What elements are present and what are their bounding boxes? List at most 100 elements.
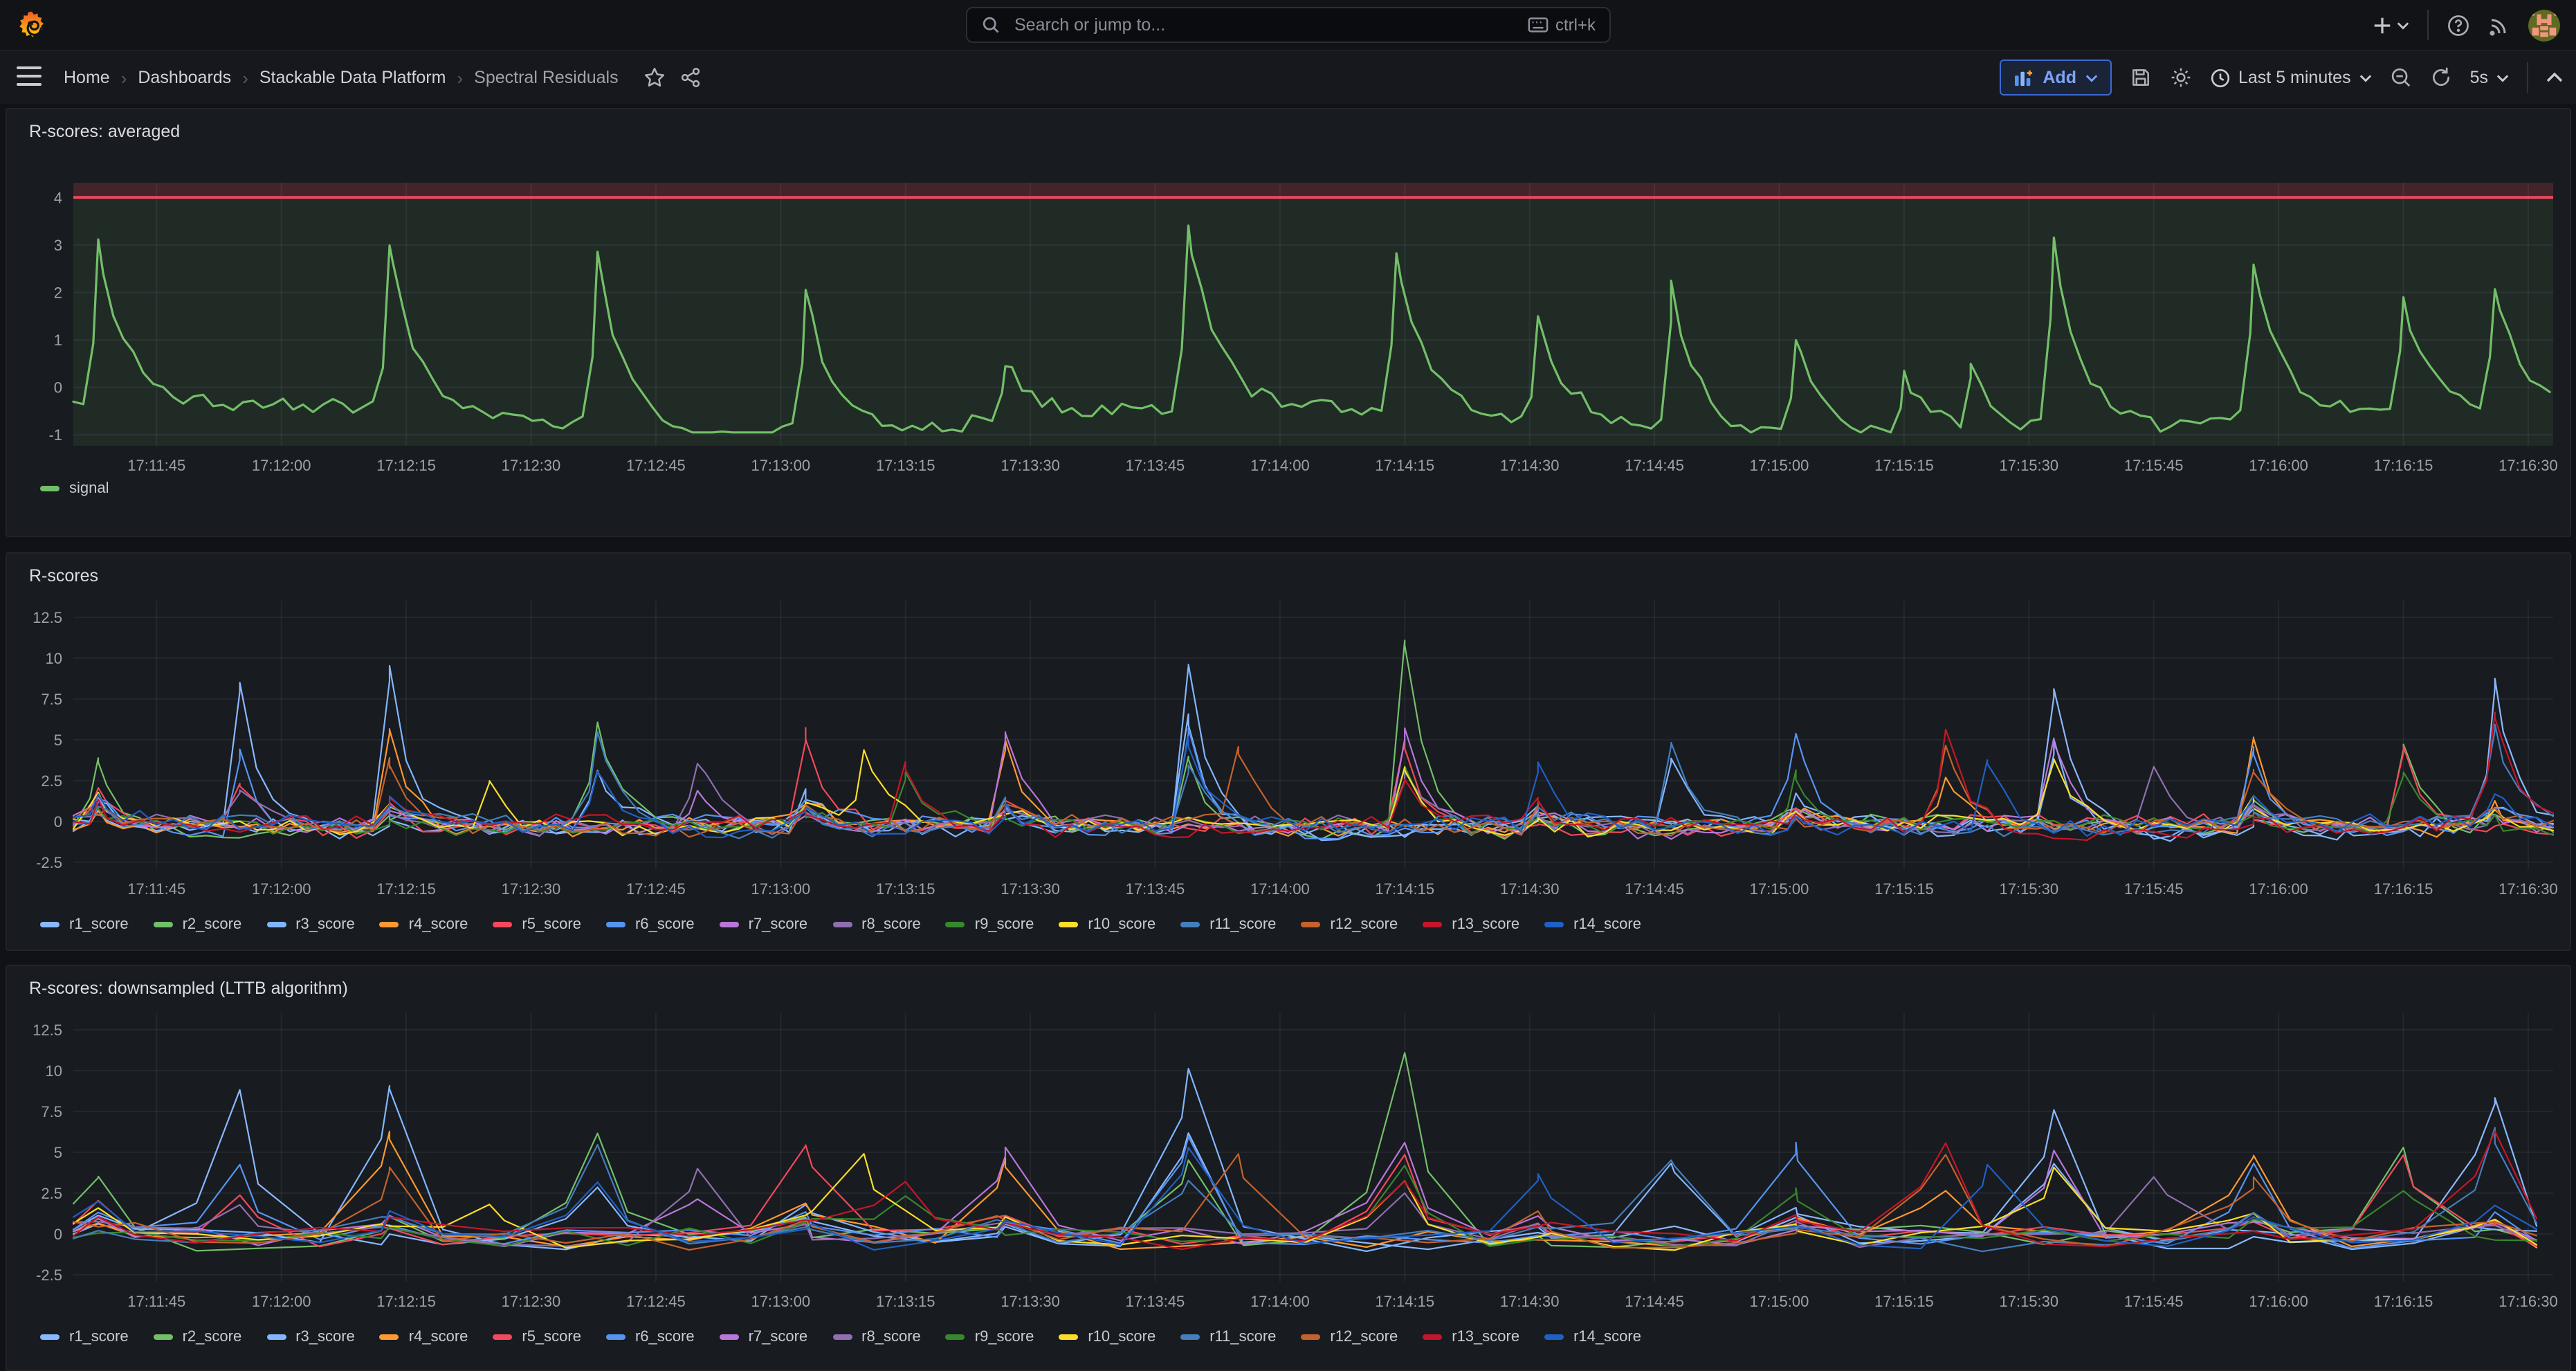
legend-item-r12_score[interactable]: r12_score [1301, 916, 1398, 933]
panel-title[interactable]: R-scores: averaged [7, 109, 2570, 141]
refresh-icon [2430, 66, 2452, 89]
svg-text:17:13:00: 17:13:00 [751, 1293, 810, 1310]
legend-item-r1_score[interactable]: r1_score [40, 916, 129, 933]
svg-text:17:12:15: 17:12:15 [376, 1293, 436, 1310]
legend-item-r6_score[interactable]: r6_score [606, 1329, 695, 1345]
legend-label: r11_score [1209, 1329, 1276, 1345]
svg-text:17:13:15: 17:13:15 [876, 1293, 935, 1310]
legend-label: r5_score [522, 1329, 581, 1345]
user-avatar[interactable] [2528, 9, 2560, 41]
avatar-image [2528, 9, 2560, 41]
legend-item-r9_score[interactable]: r9_score [946, 1329, 1034, 1345]
svg-text:17:16:00: 17:16:00 [2249, 880, 2308, 898]
dashboard-settings-button[interactable] [2169, 66, 2191, 89]
legend-swatch [493, 922, 512, 927]
help-button[interactable] [2447, 13, 2470, 37]
breadcrumb-folder[interactable]: Stackable Data Platform [259, 68, 446, 87]
svg-text:17:12:15: 17:12:15 [376, 880, 436, 898]
legend-label: r5_score [522, 916, 581, 933]
panel-rscores-downsampled: R-scores: downsampled (LTTB algorithm) 1… [6, 965, 2571, 1371]
legend-item-r1_score[interactable]: r1_score [40, 1329, 129, 1345]
svg-text:17:15:15: 17:15:15 [1874, 457, 1934, 474]
legend-label: r14_score [1573, 1329, 1641, 1345]
svg-text:17:12:00: 17:12:00 [252, 1293, 311, 1310]
legend-item-r13_score[interactable]: r13_score [1423, 916, 1519, 933]
svg-text:17:11:45: 17:11:45 [127, 880, 185, 898]
legend-item-r3_score[interactable]: r3_score [266, 916, 355, 933]
svg-text:17:15:00: 17:15:00 [1750, 880, 1809, 898]
time-range-picker[interactable]: Last 5 minutes [2209, 67, 2372, 88]
svg-text:17:12:00: 17:12:00 [252, 880, 311, 898]
legend-item-r5_score[interactable]: r5_score [493, 916, 581, 933]
legend-item-r4_score[interactable]: r4_score [380, 1329, 468, 1345]
legend-item-r2_score[interactable]: r2_score [154, 1329, 242, 1345]
panel-title[interactable]: R-scores: downsampled (LTTB algorithm) [7, 966, 2570, 998]
chevron-down-icon [2359, 73, 2372, 82]
legend-item-r11_score[interactable]: r11_score [1180, 916, 1276, 933]
legend-item-r14_score[interactable]: r14_score [1544, 1329, 1641, 1345]
chart-rscores-averaged: 43210-117:11:4517:12:0017:12:1517:12:301… [7, 141, 2570, 479]
search-input[interactable] [1012, 14, 1517, 36]
legend-item-r8_score[interactable]: r8_score [832, 1329, 921, 1345]
svg-text:2: 2 [54, 284, 62, 301]
breadcrumb-dashboards[interactable]: Dashboards [138, 68, 231, 87]
svg-text:17:13:15: 17:13:15 [876, 457, 935, 474]
legend-swatch [40, 1334, 60, 1340]
legend-swatch [380, 922, 399, 927]
legend-label: r11_score [1209, 916, 1276, 933]
panel-title[interactable]: R-scores [7, 554, 2570, 585]
add-panel-button[interactable]: Add [2000, 60, 2111, 96]
legend-item-signal[interactable]: signal [40, 480, 109, 497]
grafana-logo-icon[interactable] [17, 10, 47, 40]
legend-item-r11_score[interactable]: r11_score [1180, 1329, 1276, 1345]
legend-label: r3_score [295, 1329, 355, 1345]
star-icon[interactable] [643, 66, 666, 89]
zoom-out-time-button[interactable] [2390, 66, 2412, 89]
menu-toggle-icon[interactable] [17, 66, 42, 86]
legend-item-r13_score[interactable]: r13_score [1423, 1329, 1519, 1345]
collapse-toolbar-button[interactable] [2546, 72, 2563, 83]
clock-icon [2209, 67, 2230, 88]
new-dashboard-button[interactable] [2372, 15, 2409, 35]
global-search[interactable]: ctrl+k [966, 7, 1611, 43]
legend-label: r1_score [69, 916, 129, 933]
share-icon[interactable] [679, 66, 702, 89]
zoom-out-icon [2390, 66, 2412, 89]
svg-text:17:12:45: 17:12:45 [626, 1293, 686, 1310]
legend-label: r2_score [183, 1329, 242, 1345]
legend-item-r5_score[interactable]: r5_score [493, 1329, 581, 1345]
svg-text:17:13:30: 17:13:30 [1001, 457, 1060, 474]
svg-text:10: 10 [46, 650, 62, 667]
svg-text:17:11:45: 17:11:45 [127, 457, 185, 474]
refresh-interval-picker[interactable]: 5s [2470, 68, 2509, 87]
help-icon [2447, 13, 2470, 37]
legend-item-r10_score[interactable]: r10_score [1059, 1329, 1155, 1345]
legend-item-r7_score[interactable]: r7_score [720, 1329, 808, 1345]
svg-text:17:14:45: 17:14:45 [1625, 457, 1684, 474]
svg-text:7.5: 7.5 [41, 1103, 62, 1120]
news-button[interactable] [2488, 14, 2510, 36]
legend-item-r6_score[interactable]: r6_score [606, 916, 695, 933]
legend-item-r3_score[interactable]: r3_score [266, 1329, 355, 1345]
breadcrumb-home[interactable]: Home [64, 68, 110, 87]
legend-item-r7_score[interactable]: r7_score [720, 916, 808, 933]
legend-item-r9_score[interactable]: r9_score [946, 916, 1034, 933]
panel-rscores: R-scores 12.5107.552.50-2.517:11:4517:12… [6, 552, 2571, 951]
svg-text:17:16:15: 17:16:15 [2374, 457, 2433, 474]
legend-item-r4_score[interactable]: r4_score [380, 916, 468, 933]
legend-swatch [720, 922, 739, 927]
legend-label: r4_score [409, 1329, 468, 1345]
legend-item-r12_score[interactable]: r12_score [1301, 1329, 1398, 1345]
search-shortcut: ctrl+k [1528, 15, 1596, 35]
svg-text:-1: -1 [48, 426, 62, 444]
refresh-button[interactable] [2430, 66, 2452, 89]
legend: signal [7, 480, 2570, 497]
legend-swatch [1180, 1334, 1200, 1340]
svg-text:17:13:00: 17:13:00 [751, 880, 810, 898]
legend-item-r2_score[interactable]: r2_score [154, 916, 242, 933]
chart-rscores: 12.5107.552.50-2.517:11:4517:12:0017:12:… [7, 585, 2570, 915]
legend-item-r8_score[interactable]: r8_score [832, 916, 921, 933]
legend-item-r10_score[interactable]: r10_score [1059, 916, 1155, 933]
legend-item-r14_score[interactable]: r14_score [1544, 916, 1641, 933]
save-dashboard-button[interactable] [2129, 66, 2151, 89]
